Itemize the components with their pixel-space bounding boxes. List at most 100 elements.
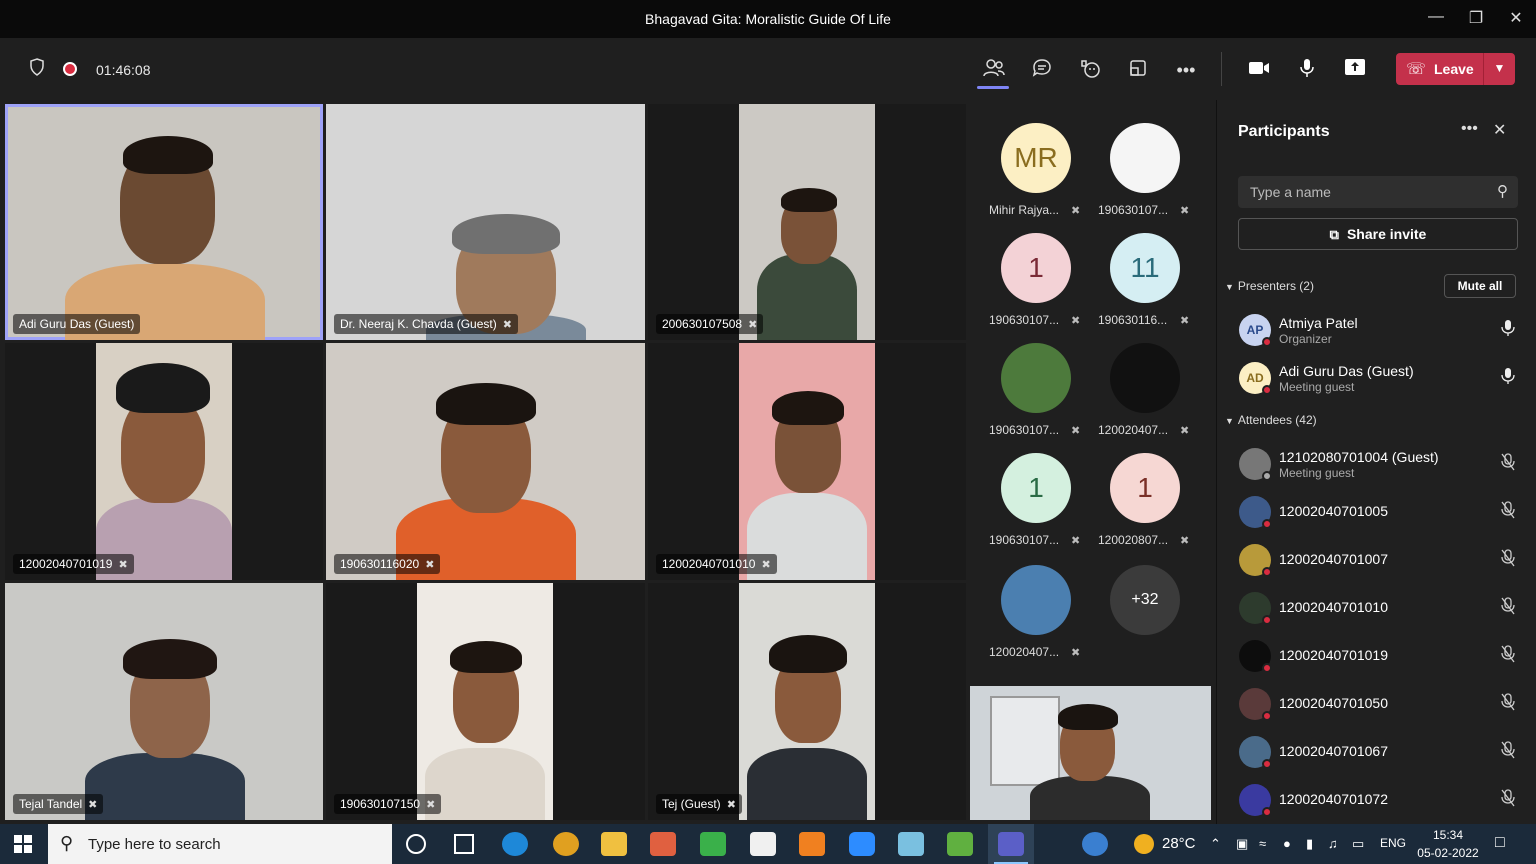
mute-all-button[interactable]: Mute all [1444,274,1516,298]
mic-off-icon[interactable] [1501,453,1515,474]
mic-tray-icon[interactable]: ▮ [1306,836,1313,852]
participant-search-input[interactable]: Type a name ⚲ [1238,176,1518,208]
mic-icon[interactable] [1295,58,1319,82]
participant-avatar[interactable]: 11 [1110,233,1180,303]
paint-icon[interactable] [650,832,676,856]
avatar-name-label: 190630116... [1098,313,1168,327]
video-tile[interactable]: 12002040701019 ✖ [5,343,323,580]
app-icon[interactable] [898,832,924,856]
more-options-icon[interactable]: ••• [1174,58,1198,82]
participant-avatar[interactable]: 1 [1001,453,1071,523]
mic-off-icon[interactable] [1501,741,1515,762]
presence-status-icon [1262,807,1272,817]
participant-row[interactable]: 12002040701007 [1217,537,1536,583]
notifications-icon[interactable]: □ [1495,834,1505,852]
tray-app-icon[interactable]: ▣ [1236,836,1248,852]
weather-temp[interactable]: 28°C [1162,835,1196,852]
participant-avatar[interactable] [1001,565,1071,635]
mic-off-icon[interactable] [1501,693,1515,714]
taskbar-search-input[interactable]: ⚲ Type here to search [48,824,392,864]
chevron-down-icon[interactable]: ▼ [1483,53,1515,85]
attendees-header[interactable]: ▼ Attendees (42) [1225,413,1317,427]
clock-date[interactable]: 05-02-2022 [1412,846,1484,860]
close-window-button[interactable]: ✕ [1504,8,1528,30]
video-tile[interactable]: 12002040701010 ✖ [648,343,966,580]
chrome-icon[interactable] [553,832,579,856]
battery-icon[interactable]: ▭ [1352,836,1364,852]
search-icon[interactable]: ⚲ [1497,182,1508,200]
app-icon[interactable] [947,832,973,856]
participant-avatar[interactable]: 1 [1110,453,1180,523]
participant-row[interactable]: 12002040701072 [1217,777,1536,823]
share-invite-button[interactable]: ⧉ Share invite [1238,218,1518,250]
weather-sun-icon[interactable] [1134,834,1154,854]
share-screen-icon[interactable] [1343,58,1367,82]
cortana-icon[interactable] [406,834,426,854]
wifi-icon[interactable]: ≈ [1259,836,1266,851]
reactions-icon[interactable] [1078,58,1102,82]
video-tile[interactable]: Tejal Tandel ✖ [5,583,323,820]
self-video[interactable] [970,686,1211,820]
camera-icon[interactable] [1247,58,1271,82]
mic-icon[interactable] [1501,367,1515,388]
leave-button[interactable]: ☏ Leave ▼ [1396,53,1515,85]
mic-off-icon[interactable] [1501,645,1515,666]
participant-role: Meeting guest [1279,466,1355,480]
video-tile[interactable]: 190630116020 ✖ [326,343,645,580]
help-icon[interactable] [1082,832,1108,856]
notes-icon[interactable] [700,832,726,856]
participant-row[interactable]: 12002040701067 [1217,729,1536,775]
file-explorer-icon[interactable] [601,832,627,856]
more-options-icon[interactable]: ••• [1461,120,1478,138]
mic-off-icon[interactable] [1501,549,1515,570]
panel-title: Participants [1238,123,1330,140]
video-tile[interactable]: Adi Guru Das (Guest) [5,104,323,340]
video-tile[interactable]: 200630107508 ✖ [648,104,966,340]
participant-avatar[interactable]: +32 [1110,565,1180,635]
participant-row[interactable]: 12002040701005 [1217,489,1536,535]
participant-avatar[interactable]: MR [1001,123,1071,193]
people-icon[interactable] [982,58,1006,82]
shield-icon[interactable] [25,58,49,82]
teams-taskbar-active[interactable] [988,824,1034,864]
presence-status-icon [1262,567,1272,577]
participant-avatar[interactable]: 1 [1001,233,1071,303]
zoom-icon[interactable] [849,832,875,856]
mic-icon[interactable] [1501,319,1515,340]
participant-row[interactable]: 12002040701019 [1217,633,1536,679]
avatar [1239,448,1272,481]
maximize-button[interactable]: ❐ [1464,8,1488,30]
camera-tray-icon[interactable]: ● [1283,836,1291,851]
video-tile[interactable]: Tej (Guest) ✖ [648,583,966,820]
participant-row[interactable]: 12102080701004 (Guest) Meeting guest [1217,441,1536,487]
participant-row[interactable]: AP Atmiya Patel Organizer [1217,307,1536,353]
rooms-icon[interactable] [1126,58,1150,82]
mic-off-icon[interactable] [1501,789,1515,810]
minimize-button[interactable]: — [1424,8,1448,30]
participant-avatar[interactable] [1001,343,1071,413]
participant-avatar[interactable] [1110,123,1180,193]
close-panel-icon[interactable]: ✕ [1493,120,1506,140]
people-active-indicator [977,86,1009,89]
chevron-up-icon[interactable]: ⌃ [1210,836,1221,852]
vlc-icon[interactable] [799,832,825,856]
clock-time[interactable]: 15:34 [1418,828,1478,842]
video-tile[interactable]: 190630107150 ✖ [326,583,645,820]
language-indicator[interactable]: ENG [1380,836,1406,850]
audio-participants: MR Mihir Rajya... ✖ 190630107... ✖ 1 190630107… [975,105,1215,685]
chat-icon[interactable] [1030,58,1054,82]
participant-avatar[interactable] [1110,343,1180,413]
windows-start-icon[interactable] [14,835,32,853]
edge-icon[interactable] [502,832,528,856]
presenters-header[interactable]: ▼ Presenters (2) [1225,279,1314,293]
store-icon[interactable] [750,832,776,856]
task-view-icon[interactable] [454,834,474,854]
mic-off-icon[interactable] [1501,597,1515,618]
participant-row[interactable]: 12002040701050 [1217,681,1536,727]
mic-off-icon[interactable] [1501,501,1515,522]
participant-row[interactable]: 12002040701010 [1217,585,1536,631]
volume-icon[interactable]: ♫ [1328,836,1338,851]
participant-name: 12002040701019 [1279,647,1389,663]
participant-row[interactable]: AD Adi Guru Das (Guest) Meeting guest [1217,355,1536,401]
video-tile[interactable]: Dr. Neeraj K. Chavda (Guest) ✖ [326,104,645,340]
